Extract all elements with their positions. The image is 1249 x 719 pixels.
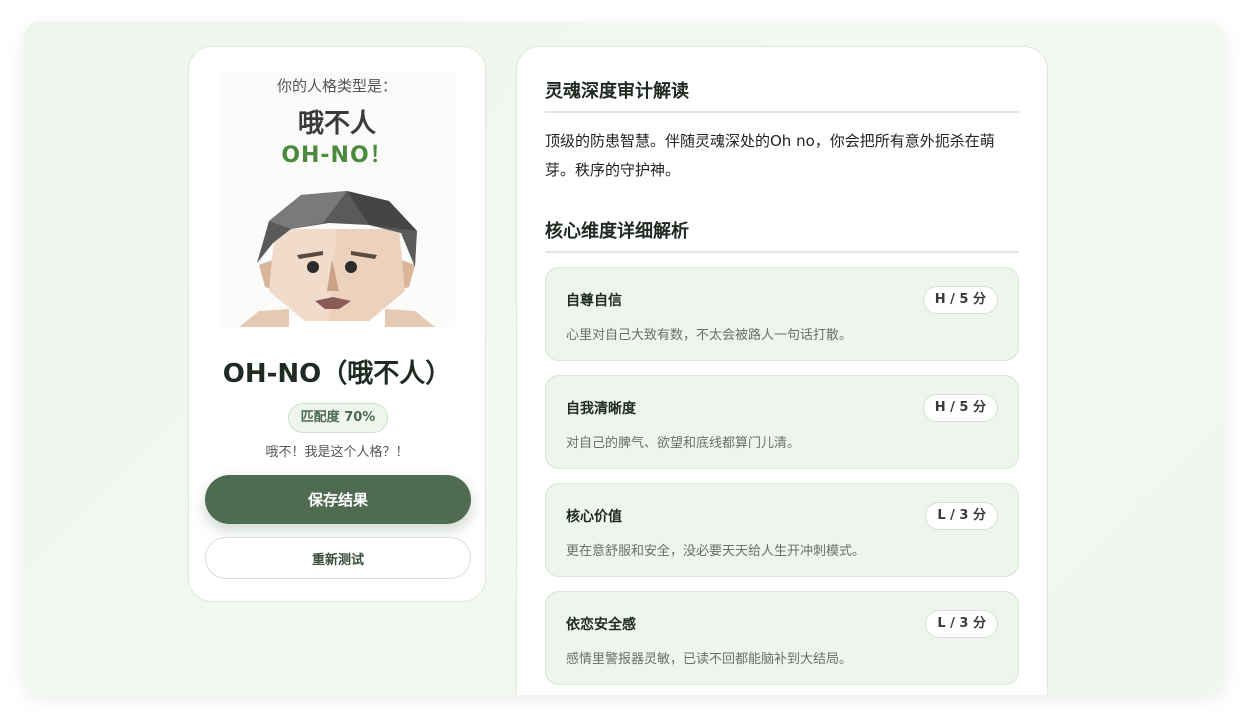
- dimension-score-badge: H / 5 分: [922, 286, 998, 314]
- dimension-list: 自尊自信 H / 5 分 心里对自己大致有数，不太会被路人一句话打散。 自我清晰…: [545, 267, 1019, 695]
- result-tagline: 哦不！我是这个人格？！: [265, 445, 409, 460]
- dimension-desc: 更在意舒服和安全，没必要天天给人生开冲刺模式。: [566, 544, 866, 559]
- dimension-score-badge: L / 3 分: [925, 610, 998, 638]
- dimension-card: 核心价值 L / 3 分 更在意舒服和安全，没必要天天给人生开冲刺模式。: [545, 483, 1019, 577]
- app-frame: 你的人格类型是： 哦不人 OH-NO！ OH-NO（哦不人） 匹配度 70% 哦…: [24, 22, 1225, 695]
- result-card: 你的人格类型是： 哦不人 OH-NO！ OH-NO（哦不人） 匹配度 70% 哦…: [188, 46, 486, 602]
- dimension-desc: 心里对自己大致有数，不太会被路人一句话打散。: [566, 328, 853, 343]
- dimension-card: 自尊自信 H / 5 分 心里对自己大致有数，不太会被路人一句话打散。: [545, 267, 1019, 361]
- dimension-name: 自我清晰度: [566, 401, 636, 417]
- dimension-desc: 感情里警报器灵敏，已读不回都能脑补到大结局。: [566, 652, 853, 667]
- avatar-illustration-icon: [239, 191, 435, 327]
- dimension-score-badge: L / 3 分: [925, 502, 998, 530]
- poster-label: 你的人格类型是：: [276, 77, 397, 95]
- result-poster: 你的人格类型是： 哦不人 OH-NO！: [219, 71, 455, 327]
- retest-button[interactable]: 重新测试: [205, 537, 471, 579]
- save-result-button[interactable]: 保存结果: [205, 475, 471, 524]
- dimension-desc: 对自己的脾气、欲望和底线都算门儿清。: [566, 436, 801, 451]
- analysis-card: 灵魂深度审计解读 顶级的防患智慧。伴随灵魂深处的Oh no，你会把所有意外扼杀在…: [516, 46, 1048, 695]
- poster-type-cn: 哦不人: [297, 109, 376, 139]
- personality-type-title: OH-NO（哦不人）: [222, 359, 452, 389]
- match-badge: 匹配度 70%: [288, 403, 388, 433]
- soul-audit-text: 顶级的防患智慧。伴随灵魂深处的Oh no，你会把所有意外扼杀在萌芽。秩序的守护神…: [545, 132, 995, 179]
- dimension-card: 自我清晰度 H / 5 分 对自己的脾气、欲望和底线都算门儿清。: [545, 375, 1019, 469]
- dimension-name: 依恋安全感: [566, 617, 636, 633]
- soul-audit-title: 灵魂深度审计解读: [545, 77, 1019, 113]
- dimensions-title: 核心维度详细解析: [545, 217, 1019, 253]
- dimension-name: 核心价值: [566, 509, 622, 525]
- dimension-name: 自尊自信: [566, 293, 622, 309]
- dimension-card: 依恋安全感 L / 3 分 感情里警报器灵敏，已读不回都能脑补到大结局。: [545, 591, 1019, 685]
- poster-type-en: OH-NO！: [281, 143, 393, 168]
- dimension-score-badge: H / 5 分: [922, 394, 998, 422]
